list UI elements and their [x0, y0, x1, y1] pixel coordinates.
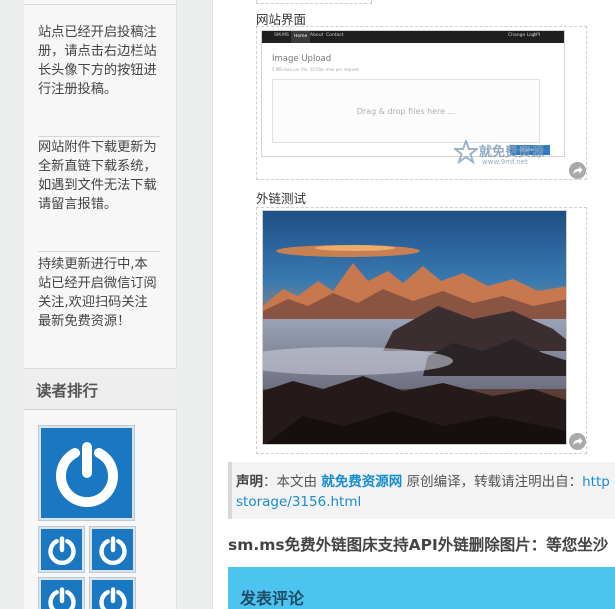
- watermark-url: www.9mf.net: [482, 158, 528, 166]
- reader-avatar[interactable]: [39, 578, 84, 609]
- share-arrow-icon: [572, 166, 583, 175]
- mountain-photo-image[interactable]: [262, 210, 567, 445]
- share-icon[interactable]: [569, 433, 586, 450]
- power-logo-icon: [98, 586, 127, 609]
- share-icon[interactable]: [569, 162, 586, 179]
- screenshot-nav-home: Home: [291, 31, 311, 43]
- notice-wechat: 持续更新进行中,本站已经开启微信订阅关注,欢迎扫码关注最新免费资源！: [38, 257, 157, 329]
- power-logo-icon: [47, 535, 76, 565]
- statement-site-link[interactable]: 就免费资源网: [321, 474, 402, 490]
- related-post-title[interactable]: sm.ms免费外链图床支持API外链删除图片：等您坐沙: [228, 533, 608, 555]
- notice-download: 网站附件下载更新为全新直链下载系统，如遇到文件无法下载请留言报错。: [38, 140, 157, 212]
- screenshot-nav-about: About: [310, 33, 324, 38]
- copyright-statement: 声明：本文由 就免费资源网 原创编译，转载请注明出自：http storage/…: [228, 462, 615, 519]
- reader-avatar[interactable]: [39, 426, 134, 520]
- mountain-sunrise-image: [263, 211, 566, 444]
- statement-label: 声明: [236, 474, 263, 490]
- notice-submission: 站点已经开启投稿注册，请点击右边栏站长头像下方的按钮进行注册投稿。: [38, 25, 157, 97]
- caption-link-test: 外链测试: [256, 191, 307, 206]
- star-icon: [454, 140, 478, 164]
- readers-ranking-header: 读者排行: [24, 368, 177, 410]
- article-body: 网站界面 SM.MS Home About Contact Change Log…: [212, 0, 615, 609]
- screenshot-nav-contact: Contact: [326, 33, 344, 38]
- statement-url-link[interactable]: http: [582, 474, 610, 490]
- screenshot-navbar: SM.MS Home About Contact Change Log API: [262, 31, 564, 43]
- power-logo-icon: [55, 442, 118, 507]
- statement-line: 声明：本文由 就免费资源网 原创编译，转载请注明出自：http: [236, 470, 610, 490]
- share-arrow-icon: [572, 437, 583, 446]
- screenshot-brand: SM.MS: [274, 33, 289, 38]
- screenshot-drop-text: Drag & drop files here ...: [356, 107, 456, 116]
- divider: [38, 251, 160, 252]
- watermark: 就免费资源 www.9mf.net: [454, 138, 564, 168]
- image-frame: [256, 0, 372, 4]
- comment-section: 发表评论: [228, 567, 615, 609]
- divider: [24, 4, 177, 5]
- reader-avatar[interactable]: [90, 578, 135, 609]
- divider: [38, 136, 160, 137]
- screenshot-nav-api: API: [533, 33, 541, 38]
- statement-text: ：本文由: [263, 474, 322, 490]
- screenshot-dropzone: Drag & drop files here ...: [272, 79, 540, 143]
- screenshot-upload-subtitle: 5 MB max per file. 10 files max per requ…: [272, 67, 361, 72]
- sidebar: 站点已经开启投稿注册，请点击右边栏站长头像下方的按钮进行注册投稿。 网站附件下载…: [24, 0, 177, 609]
- reader-avatar[interactable]: [90, 527, 135, 572]
- statement-url-link-cont[interactable]: storage/3156.html: [236, 494, 361, 510]
- readers-ranking-title: 读者排行: [36, 382, 99, 400]
- screenshot-upload-title: Image Upload: [272, 54, 332, 64]
- reader-avatar[interactable]: [39, 527, 84, 572]
- statement-text: 原创编译，转载请注明出自：: [402, 474, 583, 490]
- comment-heading: 发表评论: [240, 589, 305, 608]
- power-logo-icon: [47, 586, 76, 609]
- screenshot-nav-changelog: Change Log: [508, 33, 535, 38]
- power-logo-icon: [98, 535, 127, 565]
